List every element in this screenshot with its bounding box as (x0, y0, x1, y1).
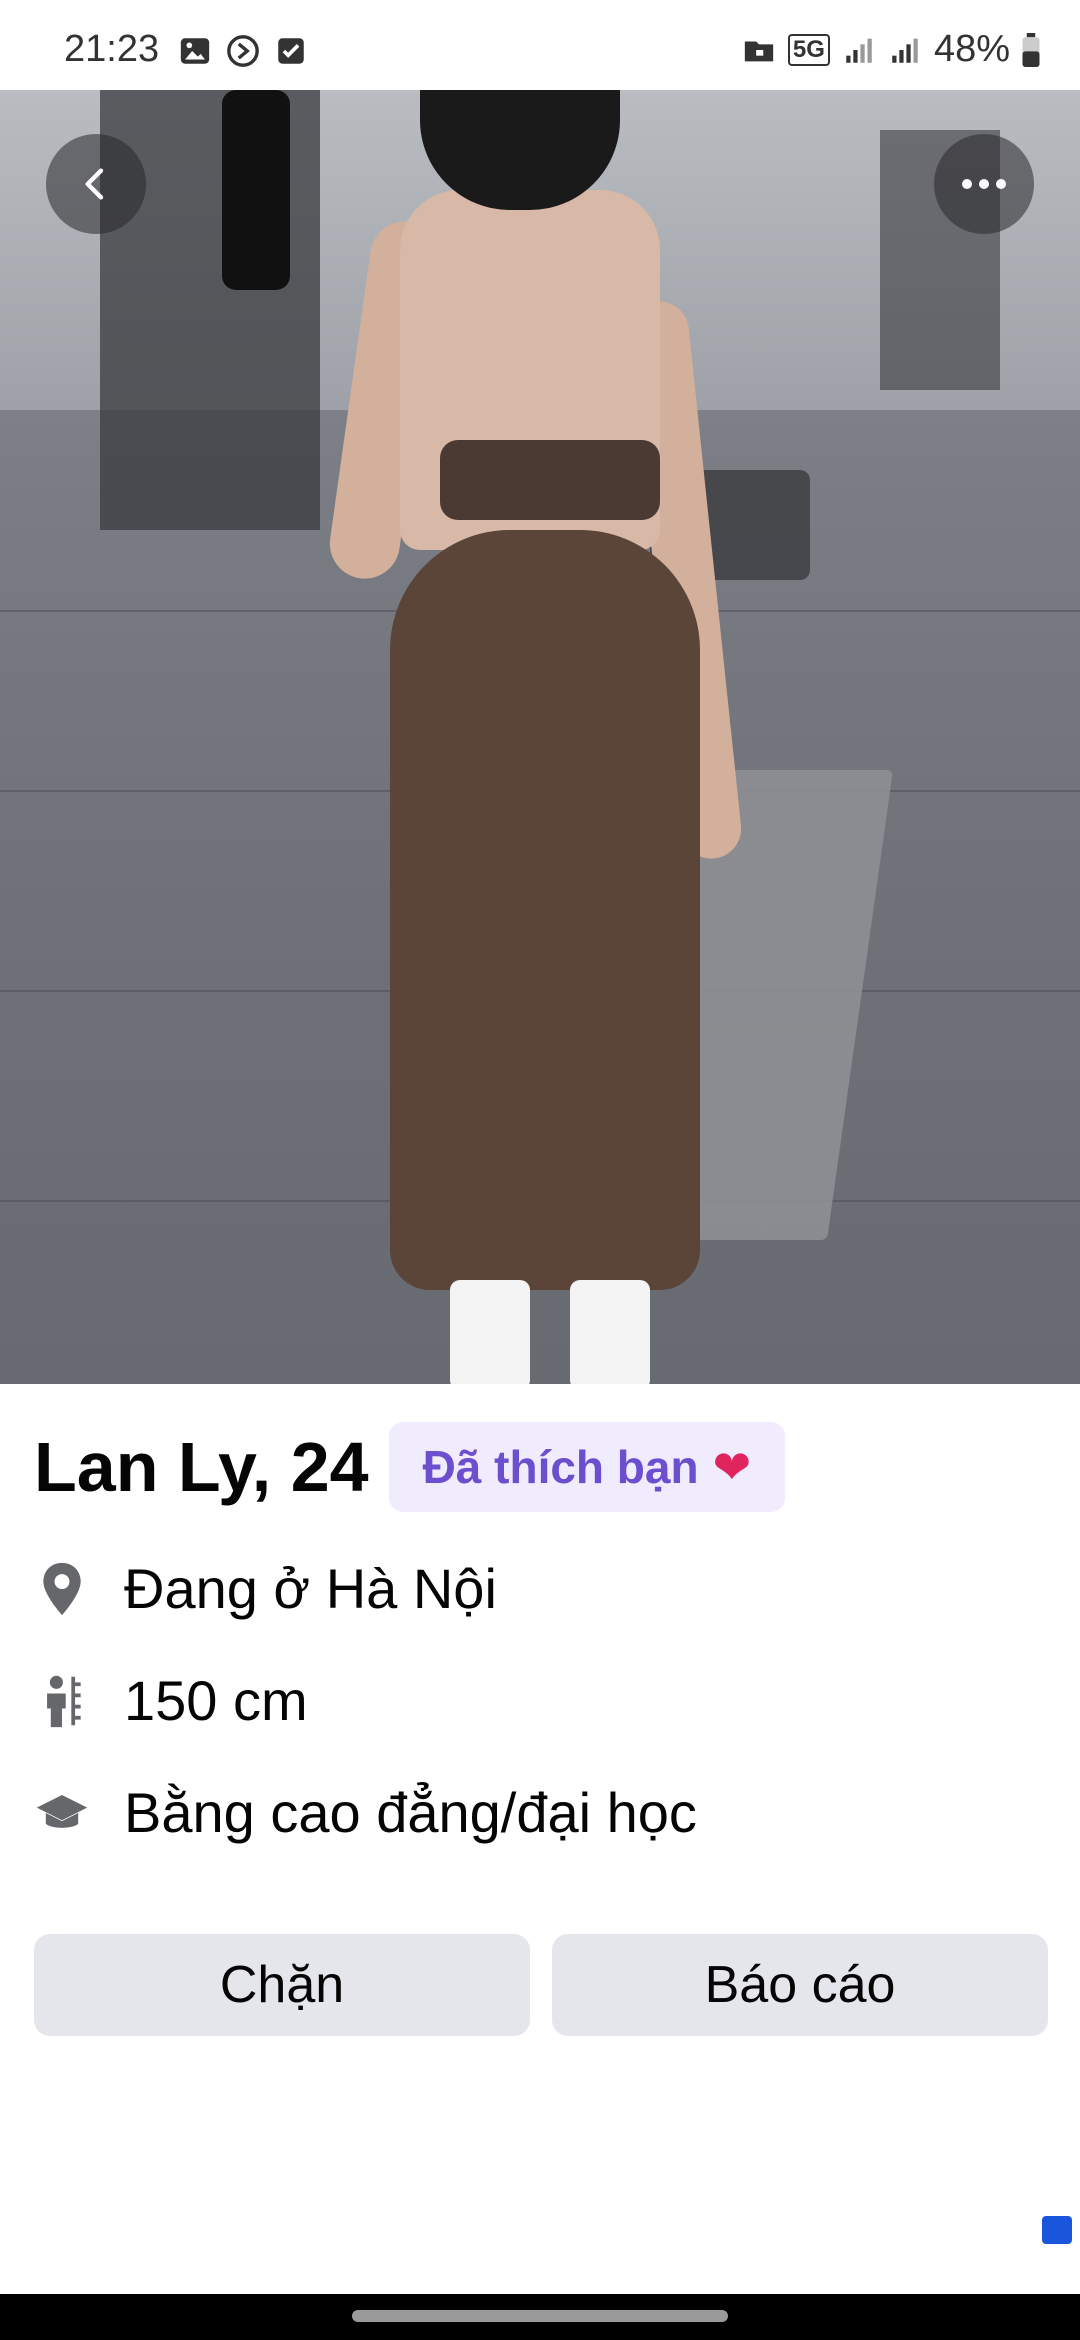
profile-name-age: Lan Ly, 24 (34, 1428, 369, 1506)
checkbox-icon (278, 38, 304, 64)
status-right-group: 5G 48% (742, 28, 1040, 71)
signal-icon (892, 38, 918, 63)
floating-shortcut-icon[interactable] (1042, 2216, 1072, 2244)
profile-info: Lan Ly, 24 Đã thích bạn ❤ Đang ở Hà Nội … (0, 1384, 1080, 2294)
home-indicator[interactable] (352, 2310, 728, 2322)
battery-percent: 48% (933, 28, 1010, 70)
timer-icon (227, 35, 259, 67)
heart-icon: ❤ (712, 1441, 752, 1493)
location-pin-icon (34, 1561, 90, 1617)
location-row: Đang ở Hà Nội (34, 1556, 497, 1621)
more-dots-icon (962, 179, 1006, 189)
signal-icon (846, 38, 872, 63)
status-notification-icons (178, 34, 308, 68)
folder-lock-icon (744, 41, 774, 61)
image-icon (180, 38, 210, 64)
height-ruler-icon (34, 1673, 90, 1729)
report-button[interactable]: Báo cáo (552, 1934, 1048, 2036)
name-row: Lan Ly, 24 Đã thích bạn ❤ (34, 1422, 786, 1512)
photo-sock (450, 1280, 530, 1384)
height-row: 150 cm (34, 1668, 308, 1733)
status-bar: 21:23 5G 48% (0, 0, 1080, 90)
liked-you-badge: Đã thích bạn ❤ (388, 1422, 786, 1512)
education-text: Bằng cao đẳng/đại học (124, 1781, 697, 1844)
location-text: Đang ở Hà Nội (124, 1557, 497, 1620)
photo-leggings (390, 530, 700, 1290)
photo-top (440, 440, 660, 520)
photo-phone (222, 90, 290, 290)
battery-icon (1022, 32, 1040, 67)
back-arrow-icon (85, 168, 104, 200)
system-nav-bar (0, 2294, 1080, 2340)
back-button[interactable] (46, 134, 146, 234)
photo-sock (570, 1280, 650, 1384)
education-row: Bằng cao đẳng/đại học (34, 1780, 697, 1845)
network-5g-icon: 5G (787, 33, 830, 66)
block-button[interactable]: Chặn (34, 1934, 530, 2036)
height-text: 150 cm (124, 1669, 308, 1732)
liked-badge-label: Đã thích bạn (422, 1441, 699, 1493)
status-time: 21:23 (64, 28, 160, 70)
more-options-button[interactable] (934, 134, 1034, 234)
graduation-cap-icon (34, 1785, 90, 1841)
profile-photo[interactable] (0, 90, 1080, 1384)
